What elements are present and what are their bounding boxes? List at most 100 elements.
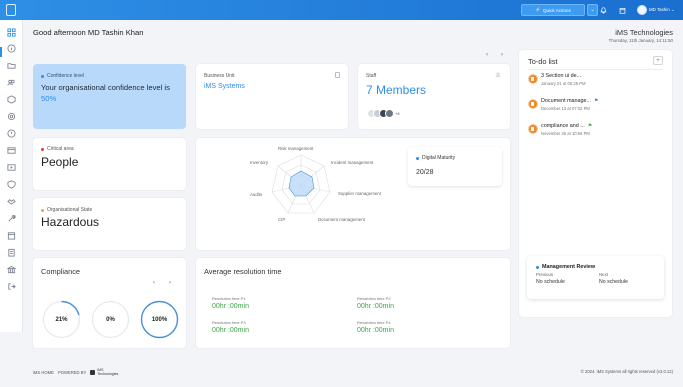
average-resolution-card: Average resolution time Resolution time … — [196, 258, 510, 348]
task-icon — [528, 74, 538, 84]
resolution-value: 00hr :00min — [212, 327, 249, 334]
business-unit-card[interactable]: Business Unit iMS Systems — [196, 64, 348, 129]
prev-arrow-icon[interactable]: ‹ — [486, 52, 488, 58]
sidebar-item-reports[interactable] — [6, 145, 17, 156]
resolution-value: 00hr :00min — [212, 303, 249, 310]
prev-arrow-icon[interactable]: ‹ — [153, 280, 155, 286]
task-icon — [528, 124, 538, 134]
quick-actions-dropdown-button[interactable]: ⌄ — [587, 4, 598, 16]
average-resolution-title: Average resolution time — [204, 267, 282, 276]
sidebar-item-tasks[interactable] — [6, 247, 17, 258]
sidebar-item-logout[interactable] — [6, 281, 17, 292]
lightning-icon: ⚡ — [535, 7, 541, 12]
confidence-card[interactable]: Confidence level Your organisational con… — [33, 64, 186, 129]
footer-copyright: © 2024. iMS Systems all rights reserved … — [580, 369, 673, 374]
list-item[interactable]: 3 Section ui de... January 01 at 05:25 P… — [528, 73, 663, 91]
info-icon — [7, 44, 16, 53]
bell-icon[interactable] — [598, 5, 608, 15]
page-title: Good afternoon MD Tashin Khan — [33, 28, 144, 37]
user-icon — [495, 72, 501, 80]
add-todo-button[interactable]: + — [653, 56, 663, 65]
flag-icon: ⚑ — [587, 123, 593, 129]
sidebar-item-organisation[interactable] — [6, 264, 17, 275]
staff-card[interactable]: Staff 7 Members +4 — [358, 64, 510, 129]
footer-logo: iMS Technologies — [90, 368, 119, 376]
radar-axis-label: Risk management — [278, 146, 314, 151]
clipboard-icon — [8, 248, 15, 257]
building-icon — [335, 72, 340, 78]
management-review-card[interactable]: Management Review Previous Next No sched… — [527, 256, 664, 299]
compliance-gauge[interactable]: 21% — [41, 299, 82, 340]
calendar-icon[interactable] — [617, 5, 627, 15]
digital-maturity-label-row: Digital Maturity — [416, 155, 455, 161]
sidebar-item-tools[interactable] — [6, 213, 17, 224]
radar-axis-label: CIP — [278, 217, 286, 222]
confidence-text: Your organisational confidence level is … — [41, 82, 181, 104]
ims-logo-icon — [90, 370, 96, 376]
critical-area-card[interactable]: Critical area People — [33, 138, 186, 190]
next-arrow-icon[interactable]: › — [501, 52, 503, 58]
previous-value: No schedule — [536, 279, 565, 285]
radar-axis-label: Inventory — [250, 160, 269, 165]
avatar[interactable] — [637, 5, 647, 15]
todo-item-date: November 25 at 10:56 PM — [541, 131, 590, 136]
footer-logo-line2: Technologies — [97, 371, 119, 376]
radar-axis-label: Incident management — [331, 160, 374, 165]
confidence-label: Confidence level — [47, 73, 84, 79]
todo-item-date: January 01 at 05:25 PM — [541, 81, 586, 86]
staff-label: Staff — [366, 73, 377, 79]
quick-actions-label: Quick Actions — [542, 7, 571, 13]
gauge-value: 21% — [55, 316, 68, 323]
digital-maturity-card[interactable]: Digital Maturity 20/28 — [408, 147, 502, 186]
sidebar-item-info[interactable] — [6, 43, 17, 54]
org-state-label-row: Organisational State — [41, 207, 92, 213]
flag-icon: ⚑ — [594, 98, 599, 104]
todo-item-name-row: compliance and ... ⚑ — [541, 123, 592, 129]
resolution-value: 00hr :00min — [357, 303, 394, 310]
sidebar-item-settings[interactable] — [6, 111, 17, 122]
org-state-value: Hazardous — [41, 215, 100, 229]
critical-area-value: People — [41, 155, 79, 169]
next-value: No schedule — [599, 279, 628, 285]
sidebar-item-calendar[interactable] — [6, 230, 17, 241]
sidebar — [0, 20, 23, 332]
staff-count: 7 Members — [366, 83, 427, 97]
digital-maturity-label: Digital Maturity — [422, 155, 456, 161]
list-item[interactable]: compliance and ... ⚑ November 25 at 10:56… — [528, 123, 663, 141]
user-name: MD Tashin — [649, 7, 670, 12]
user-menu[interactable]: MD Tashin ⌄ — [649, 7, 675, 13]
todo-list-title: To-do list — [528, 57, 558, 66]
compliance-gauge[interactable]: 0% — [90, 299, 131, 340]
organisational-state-card[interactable]: Organisational State Hazardous — [33, 198, 186, 250]
app-logo-icon[interactable] — [6, 4, 16, 16]
sidebar-item-security[interactable] — [6, 179, 17, 190]
sidebar-item-media[interactable] — [6, 162, 17, 173]
todo-item-name-row: Document manage... ⚑ — [541, 98, 599, 104]
todo-item-name: 3 Section ui de... — [541, 73, 582, 79]
next-label: Next — [599, 272, 609, 277]
list-item[interactable]: Document manage... ⚑ December 13 at 07:02… — [528, 98, 663, 116]
footer-left: iMS HOME POWERED BY iMS Technologies — [33, 368, 119, 376]
todo-item-name: compliance and ... — [541, 123, 585, 129]
radar-axis-label: Supplier management — [338, 191, 381, 196]
org-state-label: Organisational State — [47, 207, 93, 213]
sidebar-item-folder[interactable] — [6, 60, 17, 71]
business-unit-value: iMS Systems — [204, 83, 245, 90]
status-dot — [416, 156, 419, 160]
tools-icon — [8, 215, 16, 222]
folder-icon — [7, 63, 16, 69]
footer-home-link[interactable]: iMS HOME — [33, 370, 54, 375]
sidebar-item-suppliers[interactable] — [6, 196, 17, 207]
sidebar-item-alerts[interactable] — [6, 128, 17, 139]
sidebar-item-dashboard[interactable] — [6, 27, 17, 38]
bank-icon — [7, 265, 16, 274]
staff-avatars[interactable]: +4 — [367, 109, 400, 118]
avatar — [385, 109, 394, 118]
next-arrow-icon[interactable]: › — [169, 280, 171, 286]
sidebar-item-box[interactable] — [6, 94, 17, 105]
company-name: iMS Technologies — [615, 28, 673, 37]
task-icon — [528, 99, 538, 109]
compliance-gauge[interactable]: 100% — [139, 299, 180, 340]
sidebar-item-users[interactable] — [6, 77, 17, 88]
quick-actions-button[interactable]: ⚡ Quick Actions — [521, 4, 585, 16]
